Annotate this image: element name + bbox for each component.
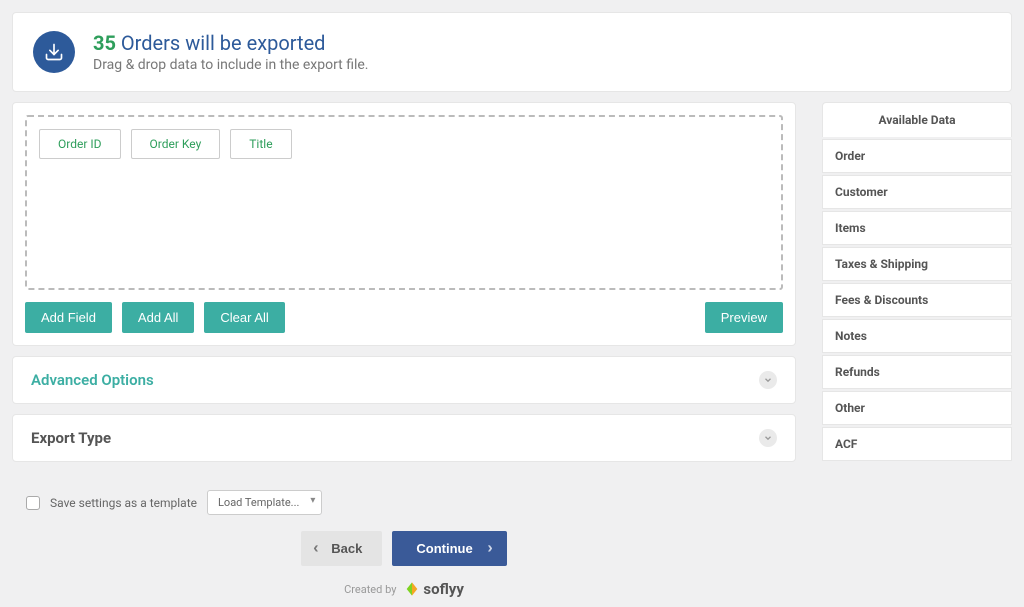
header-card: 35 Orders will be exported Drag & drop d… <box>12 12 1012 92</box>
save-template-label: Save settings as a template <box>50 496 197 510</box>
continue-button[interactable]: Continue <box>392 531 506 566</box>
credit-line: Created by soflyy <box>26 580 782 598</box>
export-type-label: Export Type <box>31 429 111 447</box>
advanced-options-label: Advanced Options <box>31 371 154 389</box>
soflyy-icon <box>404 581 420 597</box>
available-item-notes[interactable]: Notes <box>822 319 1012 353</box>
available-item-order[interactable]: Order <box>822 139 1012 173</box>
available-item-other[interactable]: Other <box>822 391 1012 425</box>
available-data-panel: Available Data Order Customer Items Taxe… <box>822 102 1012 595</box>
advanced-options-section[interactable]: Advanced Options <box>12 356 796 404</box>
available-item-refunds[interactable]: Refunds <box>822 355 1012 389</box>
clear-all-button[interactable]: Clear All <box>204 302 284 333</box>
button-row: Add Field Add All Clear All Preview <box>25 302 783 333</box>
save-template-checkbox[interactable] <box>26 496 40 510</box>
brand-name: soflyy <box>423 580 463 598</box>
download-icon <box>33 31 75 73</box>
export-type-section[interactable]: Export Type <box>12 414 796 462</box>
add-all-button[interactable]: Add All <box>122 302 194 333</box>
nav-row: Back Continue <box>26 531 782 566</box>
preview-button[interactable]: Preview <box>705 302 783 333</box>
chevron-down-icon <box>759 371 777 389</box>
available-data-header: Available Data <box>822 102 1012 137</box>
export-count: 35 <box>93 31 116 55</box>
footer-area: Save settings as a template Load Templat… <box>12 482 796 598</box>
header-text: 35 Orders will be exported Drag & drop d… <box>93 31 369 73</box>
created-by-label: Created by <box>344 583 396 596</box>
save-template-row: Save settings as a template Load Templat… <box>26 490 782 515</box>
add-field-button[interactable]: Add Field <box>25 302 112 333</box>
available-item-items[interactable]: Items <box>822 211 1012 245</box>
field-dropzone[interactable]: Order ID Order Key Title <box>25 115 783 290</box>
load-template-select[interactable]: Load Template... <box>207 490 322 515</box>
field-chip[interactable]: Order Key <box>131 129 221 159</box>
export-title-rest: Orders will be exported <box>121 31 326 55</box>
available-item-acf[interactable]: ACF <box>822 427 1012 461</box>
chevron-down-icon <box>759 429 777 447</box>
page-title: 35 Orders will be exported <box>93 31 369 55</box>
field-chip[interactable]: Title <box>230 129 291 159</box>
field-chip[interactable]: Order ID <box>39 129 121 159</box>
dropzone-card: Order ID Order Key Title Add Field Add A… <box>12 102 796 346</box>
brand-logo: soflyy <box>404 580 463 598</box>
available-item-customer[interactable]: Customer <box>822 175 1012 209</box>
page-subtitle: Drag & drop data to include in the expor… <box>93 57 369 73</box>
available-item-taxes-shipping[interactable]: Taxes & Shipping <box>822 247 1012 281</box>
available-item-fees-discounts[interactable]: Fees & Discounts <box>822 283 1012 317</box>
back-button[interactable]: Back <box>301 531 382 566</box>
